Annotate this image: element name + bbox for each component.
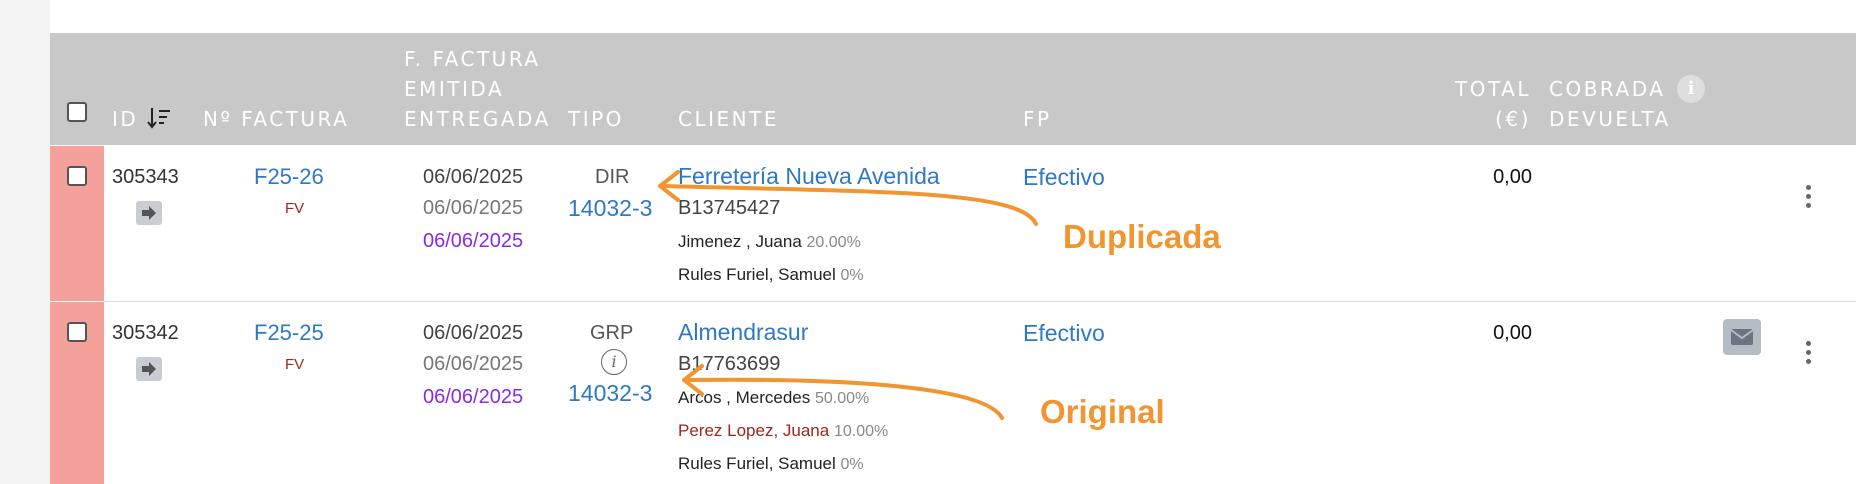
- annotation-duplicada: Duplicada: [1063, 218, 1221, 255]
- annotation-original: Original: [1040, 393, 1165, 430]
- annotation-arrows: [658, 170, 1038, 420]
